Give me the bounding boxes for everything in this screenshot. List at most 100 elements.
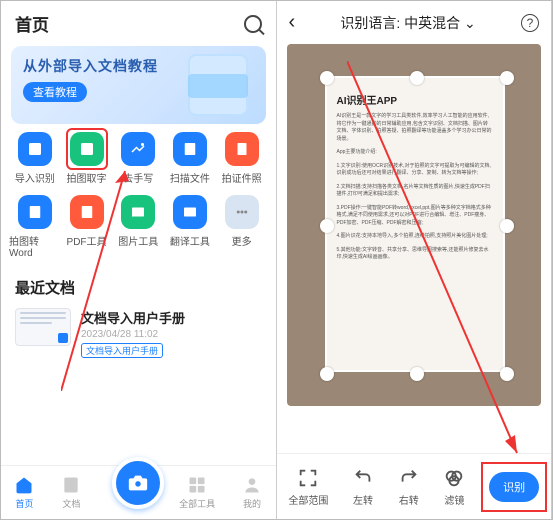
tb-label: 全部范围 bbox=[288, 492, 328, 507]
svg-text:PDF: PDF bbox=[81, 211, 92, 217]
recognize-button-wrap: 识别 bbox=[489, 472, 539, 502]
docs-icon bbox=[61, 475, 81, 495]
tool-0[interactable]: 导入识别 bbox=[9, 132, 61, 185]
tool-7[interactable]: 图片工具 bbox=[112, 195, 164, 259]
tb-label: 左转 bbox=[353, 492, 373, 507]
camera-icon bbox=[127, 472, 149, 494]
page-paragraph: AI识别王是一款文字的学习工具类软件,效率学习人工智能的应用软件,将它作为一键通… bbox=[337, 113, 493, 143]
tool-3[interactable]: 扫描文件 bbox=[164, 132, 216, 185]
tools-icon bbox=[187, 475, 207, 495]
rotate-left-icon bbox=[352, 467, 374, 489]
page-paragraph: 3.PDF操作:一键智能PDF转word,excel,ppt,图片等多种文字档格… bbox=[337, 205, 493, 228]
tool-icon bbox=[18, 132, 52, 166]
nav-docs[interactable]: 文档 bbox=[61, 475, 81, 510]
page-paragraph: 2.文档扫描:支持扫描各类文档,名片等文档性质的图片,快速生成PDF扫描件,打印… bbox=[337, 184, 493, 199]
tb-filter[interactable]: 滤镜 bbox=[443, 467, 465, 507]
crop-handle[interactable] bbox=[410, 71, 424, 85]
tool-icon bbox=[121, 132, 155, 166]
svg-text:W: W bbox=[32, 211, 38, 217]
page-title: 首页 bbox=[15, 11, 49, 36]
tb-rotate-right[interactable]: 右转 bbox=[398, 467, 420, 507]
nav-label: 首页 bbox=[15, 497, 33, 510]
crop-handle[interactable] bbox=[320, 219, 334, 233]
camera-header: ‹ 识别语言: 中英混合 ⌄ ? bbox=[277, 1, 552, 40]
tool-1[interactable]: T 拍图取字 bbox=[61, 132, 113, 185]
left-phone-screen: 首页 从外部导入文档教程 查看教程 导入识别 T 拍图取字去手写扫描文件拍证件照 W 拍… bbox=[1, 1, 277, 519]
tool-4[interactable]: 拍证件照 bbox=[216, 132, 268, 185]
back-button[interactable]: ‹ bbox=[289, 11, 296, 34]
doc-type-badge bbox=[58, 333, 68, 343]
user-icon bbox=[242, 475, 262, 495]
tool-6[interactable]: PDF PDF工具 bbox=[61, 195, 113, 259]
left-header: 首页 bbox=[1, 1, 276, 42]
banner-folder-illustration bbox=[188, 74, 248, 98]
tool-label: 导入识别 bbox=[15, 170, 55, 185]
camera-fab[interactable] bbox=[112, 457, 164, 509]
nav-tools[interactable]: 全部工具 bbox=[179, 475, 215, 510]
camera-viewport[interactable]: AI识别王APP AI识别王是一款文字的学习工具类软件,效率学习人工智能的应用软… bbox=[287, 44, 542, 406]
tool-label: 拍图取字 bbox=[67, 170, 107, 185]
crop-handle[interactable] bbox=[500, 71, 514, 85]
lang-value: 中英混合 bbox=[404, 15, 460, 31]
tool-9[interactable]: 更多 bbox=[216, 195, 268, 259]
recent-doc-row[interactable]: 文档导入用户手册 2023/04/28 11:02 文档导入用户手册 bbox=[1, 304, 276, 363]
tb-full-range[interactable]: 全部范围 bbox=[288, 467, 328, 507]
tool-5[interactable]: W 拍图转Word bbox=[9, 195, 61, 259]
tool-8[interactable]: 文A 翻译工具 bbox=[164, 195, 216, 259]
crop-handle[interactable] bbox=[410, 367, 424, 381]
chevron-down-icon: ⌄ bbox=[464, 15, 476, 31]
home-icon bbox=[14, 475, 34, 495]
filter-icon bbox=[443, 467, 465, 489]
recent-docs-title: 最近文档 bbox=[1, 269, 276, 304]
tool-icon bbox=[225, 132, 259, 166]
tool-label: 拍证件照 bbox=[222, 170, 262, 185]
recognize-button[interactable]: 识别 bbox=[489, 472, 539, 502]
crop-handle[interactable] bbox=[500, 219, 514, 233]
doc-title: 文档导入用户手册 bbox=[81, 308, 185, 327]
nav-home[interactable]: 首页 bbox=[14, 475, 34, 510]
tb-rotate-left[interactable]: 左转 bbox=[352, 467, 374, 507]
tool-label: 更多 bbox=[232, 233, 252, 248]
tool-label: 翻译工具 bbox=[170, 233, 210, 248]
nav-me[interactable]: 我的 bbox=[242, 475, 262, 510]
tool-icon: T bbox=[70, 132, 104, 166]
doc-info: 文档导入用户手册 2023/04/28 11:02 文档导入用户手册 bbox=[81, 308, 185, 359]
page-paragraph: 4.图片识花:支持本地导入,多个拍照,连续拍照,支持照片美化图片处理; bbox=[337, 233, 493, 241]
tool-grid: 导入识别 T 拍图取字去手写扫描文件拍证件照 W 拍图转Word PDF PDF工具图片工具… bbox=[1, 132, 276, 269]
help-icon[interactable]: ? bbox=[521, 14, 539, 32]
tool-icon bbox=[121, 195, 155, 229]
right-phone-screen: ‹ 识别语言: 中英混合 ⌄ ? AI识别王APP AI识别王是一款文字的学习工… bbox=[277, 1, 553, 519]
nav-label: 我的 bbox=[243, 497, 261, 510]
tool-2[interactable]: 去手写 bbox=[112, 132, 164, 185]
language-selector[interactable]: 识别语言: 中英混合 ⌄ bbox=[340, 13, 475, 33]
tool-label: 图片工具 bbox=[118, 233, 158, 248]
tool-icon: PDF bbox=[70, 195, 104, 229]
search-icon[interactable] bbox=[244, 15, 262, 33]
lang-label: 识别语言: bbox=[340, 15, 400, 31]
tool-icon bbox=[173, 132, 207, 166]
crop-rect[interactable]: AI识别王APP AI识别王是一款文字的学习工具类软件,效率学习人工智能的应用软… bbox=[325, 76, 505, 372]
doc-tag: 文档导入用户手册 bbox=[81, 343, 163, 358]
page-heading: AI识别王APP bbox=[337, 92, 493, 107]
tool-label: 拍图转Word bbox=[9, 233, 61, 259]
tb-label: 右转 bbox=[399, 492, 419, 507]
tool-icon: 文A bbox=[173, 195, 207, 229]
doc-thumbnail bbox=[15, 308, 71, 346]
crop-handle[interactable] bbox=[320, 367, 334, 381]
tb-label: 滤镜 bbox=[444, 492, 464, 507]
svg-text:T: T bbox=[84, 144, 90, 154]
page-paragraph: App主要功能介绍: bbox=[337, 149, 493, 157]
nav-label: 全部工具 bbox=[179, 497, 215, 510]
crop-handle[interactable] bbox=[320, 71, 334, 85]
page-paragraph: 5.其他功能:文字转音、共享分享、思维导图搜索等,还能照片修复去水印,快速生成A… bbox=[337, 247, 493, 262]
import-tutorial-banner[interactable]: 从外部导入文档教程 查看教程 bbox=[11, 46, 266, 124]
page-paragraph: 1.文字识别:使用OCR识别技术,对于拍照的文字可提取为可编辑的文档,识别成功后… bbox=[337, 163, 493, 178]
crop-handle[interactable] bbox=[500, 367, 514, 381]
tool-label: 扫描文件 bbox=[170, 170, 210, 185]
expand-icon bbox=[297, 467, 319, 489]
tool-icon: W bbox=[18, 195, 52, 229]
doc-date: 2023/04/28 11:02 bbox=[81, 329, 185, 340]
rotate-right-icon bbox=[398, 467, 420, 489]
banner-button[interactable]: 查看教程 bbox=[23, 82, 87, 102]
tool-label: PDF工具 bbox=[67, 233, 107, 248]
